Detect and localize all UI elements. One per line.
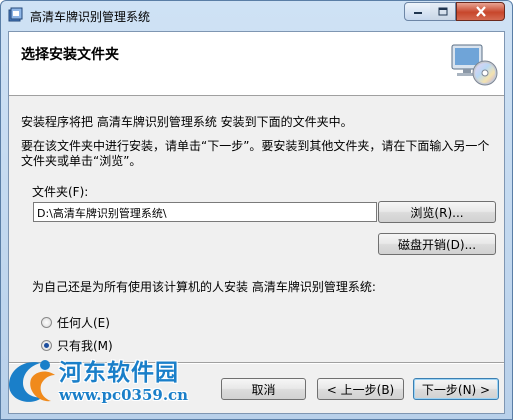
browse-button[interactable]: 浏览(R)... <box>378 201 496 223</box>
disk-cost-button[interactable]: 磁盘开销(D)... <box>378 233 496 255</box>
dialog-client-area: 选择安装文件夹 安装程序将把 高清车牌识别管理系统 安装到下面的文件夹中。 要在… <box>8 31 505 414</box>
back-button[interactable]: < 上一步(B) <box>317 378 404 400</box>
radio-everyone-label: 任何人(E) <box>57 316 110 330</box>
header-banner: 选择安装文件夹 <box>9 32 504 96</box>
install-scope-question: 为自己还是为所有使用该计算机的人安装 高清车牌识别管理系统: <box>32 280 376 294</box>
radio-just-me-label: 只有我(M) <box>57 339 113 353</box>
folder-label: 文件夹(F): <box>32 185 89 199</box>
close-button[interactable] <box>456 2 505 21</box>
setup-disc-computer-icon <box>451 44 498 86</box>
install-instructions: 要在该文件夹中进行安装，请单击“下一步”。要安装到其他文件夹，请在下面输入另一个… <box>21 139 490 168</box>
page-title: 选择安装文件夹 <box>21 47 119 63</box>
next-button[interactable]: 下一步(N) > <box>413 378 499 400</box>
installer-window: 高清车牌识别管理系统 选择安装文件夹 安装程序将把 高清车牌识别管理系统 安装到… <box>0 0 513 420</box>
radio-everyone[interactable]: 任何人(E) <box>41 314 110 331</box>
maximize-icon <box>438 7 447 16</box>
cancel-button[interactable]: 取消 <box>221 378 306 400</box>
window-title: 高清车牌识别管理系统 <box>30 10 151 24</box>
close-icon <box>475 6 486 17</box>
install-description: 安装程序将把 高清车牌识别管理系统 安装到下面的文件夹中。 <box>21 115 353 129</box>
footer-divider <box>9 362 504 364</box>
radio-just-me[interactable]: 只有我(M) <box>41 337 113 354</box>
title-bar[interactable]: 高清车牌识别管理系统 <box>1 1 512 31</box>
maximize-button[interactable] <box>430 2 456 21</box>
folder-path-input[interactable]: D:\高清车牌识别管理系统\ <box>33 202 377 222</box>
minimize-icon <box>413 11 422 14</box>
radio-button-checked[interactable] <box>41 340 52 351</box>
app-icon <box>8 7 23 22</box>
radio-button-unchecked[interactable] <box>41 317 52 328</box>
minimize-button[interactable] <box>404 2 431 21</box>
